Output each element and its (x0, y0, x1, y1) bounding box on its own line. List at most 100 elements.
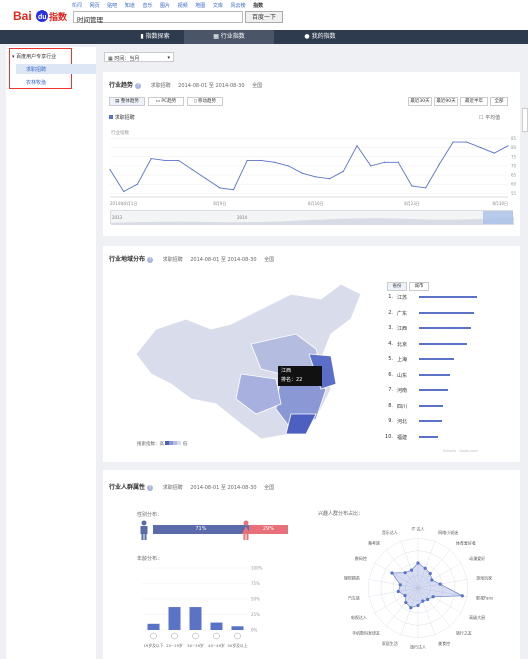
rank-bar (419, 311, 475, 314)
rank-row[interactable]: 6. 山东 (383, 372, 503, 382)
trend-legend[interactable]: 求职招聘 (109, 114, 135, 121)
share-widget[interactable] (522, 108, 528, 132)
top-link[interactable]: 图片 (160, 3, 170, 9)
top-link[interactable]: 文库 (213, 3, 223, 9)
help-icon[interactable]: ? (147, 485, 154, 491)
trend-point[interactable] (232, 189, 235, 191)
radar-point[interactable] (416, 561, 420, 565)
top-link[interactable]: 贴吧 (107, 3, 117, 9)
trend-point[interactable] (205, 178, 207, 180)
radar-point[interactable] (404, 600, 408, 605)
radar-point[interactable] (423, 566, 427, 570)
tab-province[interactable]: 省份 (387, 282, 407, 291)
trend-point[interactable] (301, 172, 303, 174)
sidebar-item-agri[interactable]: 农林牧渔 (26, 79, 46, 86)
radar-point[interactable] (403, 593, 407, 598)
trend-point[interactable] (397, 161, 399, 163)
trend-point[interactable] (493, 152, 495, 154)
help-icon[interactable]: ? (135, 83, 142, 89)
trend-point[interactable] (260, 159, 262, 162)
trend-point[interactable] (178, 159, 180, 162)
trend-point[interactable] (274, 161, 276, 163)
tab-city[interactable]: 城市 (409, 282, 429, 291)
rank-row[interactable]: 3. 江西 (383, 325, 503, 335)
china-map[interactable] (131, 274, 381, 444)
range-90-days[interactable]: 最近90天 (434, 97, 458, 106)
trend-point[interactable] (466, 141, 468, 143)
navigator-handle[interactable] (483, 211, 513, 224)
rank-row[interactable]: 4. 北京 (383, 341, 503, 351)
range-all[interactable]: 全部 (490, 97, 508, 106)
age-bar[interactable] (210, 622, 223, 630)
radar-point[interactable] (396, 589, 400, 594)
radar-point[interactable] (438, 582, 442, 586)
search-button[interactable]: 百度一下 (245, 11, 283, 23)
radar-point[interactable] (460, 594, 464, 598)
time-filter-select[interactable]: ▦ 时间：当月 ▾ (104, 52, 174, 62)
tab-pc-trend[interactable]: ▭ PC趋势 (148, 97, 184, 106)
tab-my-index[interactable]: ● 我的指数 (280, 30, 360, 44)
rank-row[interactable]: 2. 广东 (383, 310, 503, 320)
rank-row[interactable]: 7. 河南 (383, 387, 503, 397)
rank-row[interactable]: 8. 四川 (383, 403, 503, 413)
age-bar[interactable] (189, 607, 202, 630)
radar-point[interactable] (398, 583, 402, 587)
trend-point[interactable] (109, 168, 111, 171)
age-bar[interactable] (168, 607, 181, 630)
trend-point[interactable] (370, 165, 372, 167)
trend-point[interactable] (328, 178, 331, 180)
top-link[interactable]: 地图 (195, 3, 205, 9)
trend-point[interactable] (356, 145, 358, 147)
radar-point[interactable] (409, 568, 414, 572)
radar-point[interactable] (409, 606, 413, 610)
tab-explore[interactable]: ▮ 指数探索 (120, 30, 190, 44)
top-link[interactable]: 音乐 (142, 3, 152, 9)
trend-point[interactable] (164, 159, 166, 162)
trend-point[interactable] (383, 161, 386, 163)
tab-mobile-trend[interactable]: ▯ 移动趋势 (187, 97, 223, 106)
search-input[interactable]: 时间管理 (73, 11, 243, 24)
rank-row[interactable]: 10. 福建 (383, 434, 503, 444)
trend-point[interactable] (438, 163, 440, 165)
trend-point[interactable] (246, 159, 248, 162)
sidebar-header[interactable]: ▾ 百度用户专享行业 (12, 53, 56, 60)
radar-point[interactable] (431, 595, 435, 599)
help-icon[interactable]: ? (147, 257, 154, 263)
trend-point[interactable] (191, 168, 193, 171)
trend-point[interactable] (123, 190, 125, 193)
tab-overall-trend[interactable]: ▤ 整体趋势 (109, 97, 145, 106)
top-link[interactable]: 视频 (178, 3, 188, 9)
trend-point[interactable] (315, 176, 317, 178)
trend-point[interactable] (411, 185, 413, 187)
top-link[interactable]: 网页 (90, 3, 100, 9)
rank-row[interactable]: 5. 上海 (383, 356, 503, 366)
radar-point[interactable] (426, 597, 430, 602)
range-half-year[interactable]: 最近半年 (460, 97, 488, 106)
trend-point[interactable] (287, 165, 290, 167)
trend-point[interactable] (136, 183, 139, 185)
trend-point[interactable] (150, 158, 152, 160)
radar-point[interactable] (390, 571, 394, 575)
radar-point[interactable] (416, 603, 420, 608)
trend-point[interactable] (479, 147, 482, 149)
rank-row[interactable]: 1. 江苏 (383, 294, 503, 304)
range-30-days[interactable]: 最近30天 (408, 97, 432, 106)
average-toggle[interactable]: ☐ 平均值 (479, 114, 500, 121)
trend-point[interactable] (452, 141, 454, 143)
radar-point[interactable] (403, 571, 407, 575)
rank-row[interactable]: 9. 河北 (383, 418, 503, 428)
trend-point[interactable] (342, 170, 344, 172)
trend-point[interactable] (425, 187, 427, 189)
range-navigator[interactable] (110, 210, 514, 225)
top-link[interactable]: 风云榜 (230, 3, 245, 9)
trend-point[interactable] (507, 145, 509, 147)
radar-point[interactable] (428, 571, 432, 576)
sidebar-item-recruit[interactable]: 求职招聘 (16, 64, 96, 74)
top-link[interactable]: 知道 (125, 3, 135, 9)
radar-point[interactable] (421, 599, 425, 603)
tab-industry[interactable]: ▦ 行业指数 (184, 30, 274, 44)
radar-point[interactable] (430, 578, 434, 582)
age-bar[interactable] (147, 623, 160, 630)
trend-point[interactable] (219, 187, 221, 189)
age-bar[interactable] (231, 626, 244, 630)
